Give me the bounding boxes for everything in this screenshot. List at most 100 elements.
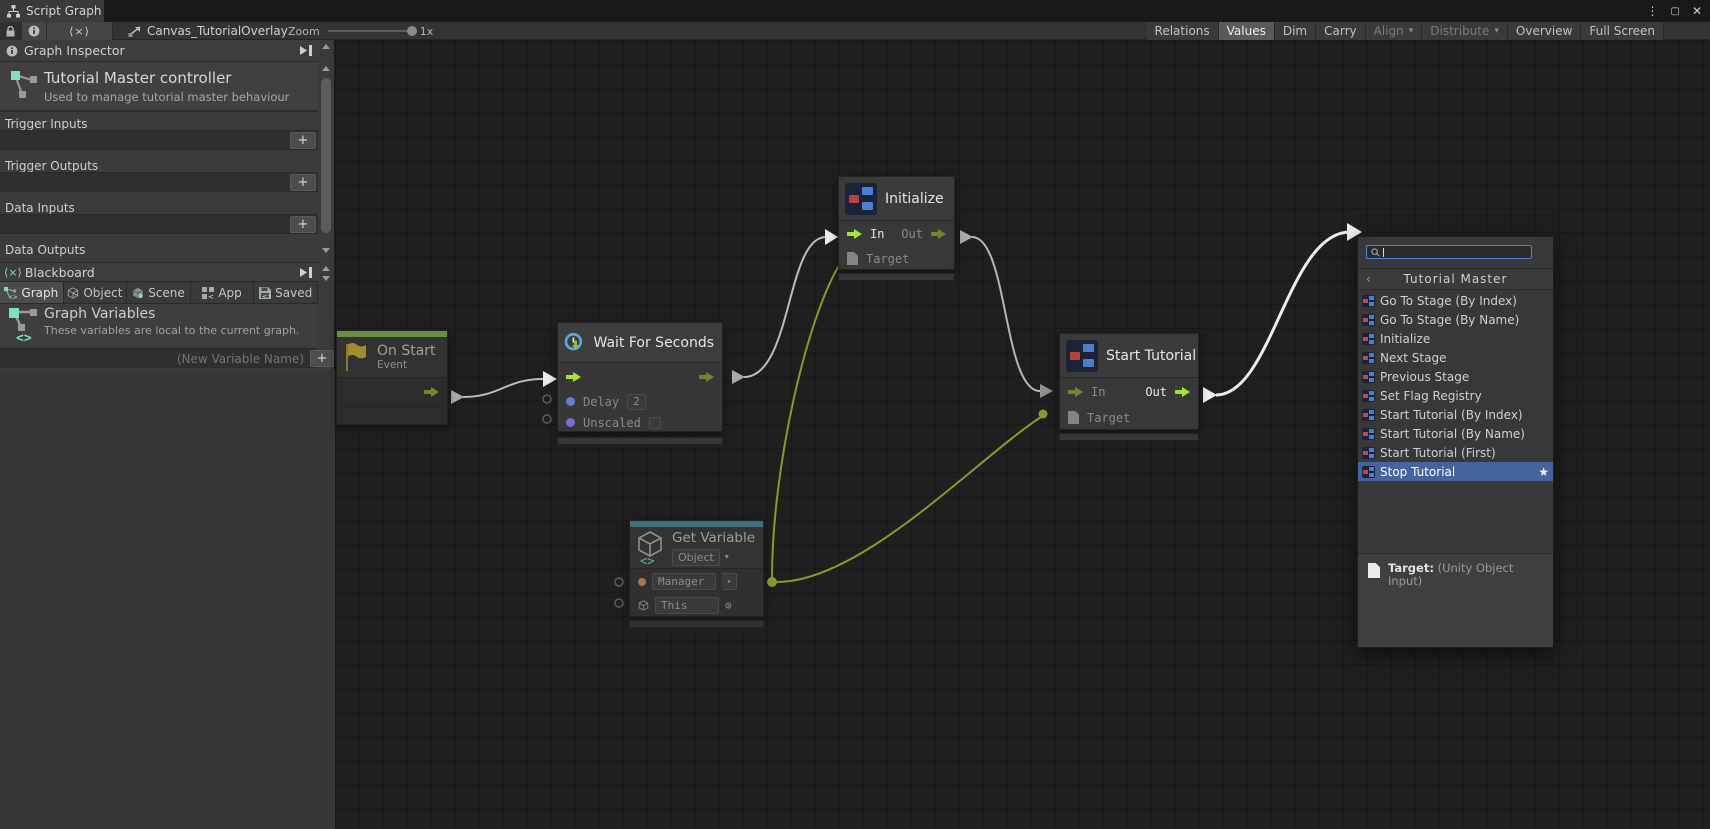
scroll-up-icon[interactable] — [322, 44, 330, 49]
trigger-output-port[interactable] — [931, 229, 946, 239]
lock-button[interactable] — [0, 22, 22, 40]
tab-saved[interactable]: <> Saved — [254, 282, 318, 303]
value-input-port[interactable] — [638, 578, 646, 586]
object-picker-icon[interactable]: ⊙ — [725, 599, 732, 612]
toolbar-button-relations[interactable]: Relations — [1147, 22, 1219, 40]
scroll-up-icon[interactable] — [322, 66, 330, 71]
node-footer — [1059, 433, 1199, 441]
finder-item[interactable]: Go To Stage (By Index) — [1358, 291, 1553, 310]
fallback-object-field[interactable]: This — [655, 597, 719, 614]
unit-icon — [1362, 314, 1375, 326]
finder-item[interactable]: Start Tutorial (First) — [1358, 443, 1553, 462]
finder-item[interactable]: Next Stage — [1358, 348, 1553, 367]
finder-item[interactable]: Stop Tutorial ★ — [1358, 462, 1553, 481]
dock-icon[interactable] — [299, 43, 314, 58]
blackboard-toggle-button[interactable]: ⟨×⟩ — [47, 22, 113, 40]
zoom-slider[interactable] — [328, 30, 412, 32]
zoom-slider-knob[interactable] — [407, 26, 417, 36]
toolbar-button-label: Distribute — [1430, 24, 1489, 38]
node-start-tutorial[interactable]: Start Tutorial In Out Target — [1059, 333, 1199, 430]
finder-search-box[interactable] — [1366, 245, 1532, 259]
toolbar-button-carry[interactable]: Carry — [1316, 22, 1366, 40]
variable-kind-label: Object — [672, 549, 720, 566]
add-item-button[interactable]: + — [290, 174, 316, 191]
add-item-button[interactable]: + — [290, 132, 316, 149]
node-on-start[interactable]: On Start Event — [336, 330, 448, 425]
tab-script-graph[interactable]: Script Graph — [0, 0, 104, 22]
dock-icon[interactable] — [299, 265, 314, 280]
trigger-output-port[interactable] — [1175, 387, 1190, 397]
finder-item[interactable]: Set Flag Registry — [1358, 386, 1553, 405]
lock-icon — [6, 26, 15, 37]
toolbar-right-buttons: Relations ValuesDimCarryAlign▾Distribute▾… — [1147, 22, 1664, 40]
node-title: On Start — [377, 343, 436, 359]
window-menu-icon[interactable]: ⋮ — [1646, 4, 1658, 18]
finder-detail-label: Target: — [1388, 561, 1434, 575]
scroll-down-icon[interactable] — [322, 276, 330, 281]
zoom-value: 1x — [420, 25, 434, 38]
window-close-icon[interactable]: ✕ — [1692, 4, 1702, 18]
tab-app[interactable]: <>App — [191, 282, 255, 303]
toolbar-button-values[interactable]: Values — [1219, 22, 1275, 40]
node-initialize[interactable]: Initialize In Out Target — [838, 176, 955, 270]
new-variable-input[interactable] — [2, 350, 306, 368]
finder-item-label: Stop Tutorial — [1380, 465, 1455, 479]
graph-summary: Tutorial Master controller Used to manag… — [0, 62, 318, 112]
tab-graph[interactable]: <>Graph — [0, 282, 64, 303]
finder-item[interactable]: Start Tutorial (By Index) — [1358, 405, 1553, 424]
favorite-star-icon[interactable]: ★ — [1538, 465, 1549, 479]
inspector-toggle-button[interactable] — [22, 22, 47, 40]
toolbar-button-align[interactable]: Align▾ — [1366, 22, 1423, 40]
finder-item[interactable]: Previous Stage — [1358, 367, 1553, 386]
finder-item-label: Initialize — [1380, 332, 1430, 346]
delay-value-field[interactable]: 2 — [627, 394, 646, 410]
add-variable-button[interactable]: + — [310, 350, 334, 367]
trigger-input-port[interactable] — [1068, 387, 1083, 397]
finder-detail-pane: Target: (Unity Object Input) — [1358, 553, 1553, 647]
unscaled-checkbox[interactable] — [649, 417, 661, 429]
unit-icon — [1362, 447, 1375, 459]
tab-scene[interactable]: Scene — [127, 282, 191, 303]
back-chevron-icon[interactable]: ‹ — [1366, 272, 1372, 286]
unit-icon — [1362, 390, 1375, 402]
node-title: Initialize — [885, 191, 944, 207]
value-input-port[interactable] — [566, 397, 575, 406]
port-label: In — [870, 227, 884, 241]
window-maximize-icon[interactable]: ▢ — [1670, 6, 1679, 17]
inspector-scrollbar[interactable] — [318, 42, 335, 296]
node-footer — [838, 273, 955, 281]
finder-item[interactable]: Start Tutorial (By Name) — [1358, 424, 1553, 443]
trigger-output-port[interactable] — [424, 387, 439, 397]
node-wait-for-seconds[interactable]: Wait For Seconds Delay 2 Unscaled — [557, 322, 723, 432]
tab-object[interactable]: Object — [64, 282, 128, 303]
add-item-button[interactable]: + — [290, 216, 316, 233]
toolbar-button-full-screen[interactable]: Full Screen — [1581, 22, 1664, 40]
scroll-thumb[interactable] — [321, 78, 331, 233]
node-title: Get Variable — [672, 530, 755, 546]
value-input-port[interactable] — [566, 418, 575, 427]
variable-kind-dropdown[interactable]: Object ▾ — [672, 549, 755, 566]
graph-breadcrumb[interactable]: Canvas_TutorialOverlay — [113, 22, 298, 40]
target-port-icon[interactable] — [1068, 411, 1079, 424]
scroll-down-icon[interactable] — [322, 248, 330, 253]
finder-item-label: Next Stage — [1380, 351, 1446, 365]
trigger-output-port[interactable] — [699, 372, 714, 382]
saved-tab-icon: <> — [259, 287, 271, 299]
toolbar-button-distribute[interactable]: Distribute▾ — [1422, 22, 1508, 40]
toolbar-button-dim[interactable]: Dim — [1275, 22, 1316, 40]
tab-label: Saved — [275, 286, 312, 300]
scene-tab-icon — [132, 287, 144, 299]
chevron-down-icon[interactable]: ▾ — [722, 573, 737, 590]
scroll-up-icon[interactable] — [322, 266, 330, 271]
trigger-input-port[interactable] — [566, 372, 581, 382]
finder-item[interactable]: Go To Stage (By Name) — [1358, 310, 1553, 329]
node-get-variable[interactable]: <> Get Variable Object ▾ Manager ▾ This … — [629, 520, 764, 617]
toolbar-button-overview[interactable]: Overview — [1508, 22, 1582, 40]
toolbar-button-label: Relations — [1155, 24, 1210, 38]
fuzzy-finder-popup: ‹ Tutorial Master Go To Stage (By Index)… — [1357, 236, 1554, 648]
finder-item[interactable]: Initialize — [1358, 329, 1553, 348]
trigger-input-port[interactable] — [847, 229, 862, 239]
target-port-icon[interactable] — [847, 252, 858, 265]
svg-text:<>: <> — [262, 292, 271, 299]
variable-name-field[interactable]: Manager — [652, 573, 716, 590]
